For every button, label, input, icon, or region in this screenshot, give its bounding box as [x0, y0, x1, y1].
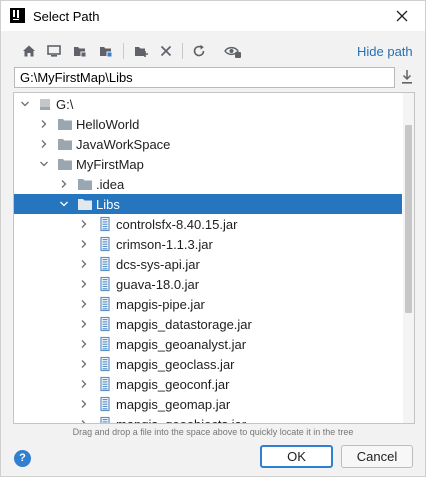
- chevron-right-icon[interactable]: [80, 300, 88, 308]
- drag-drop-hint: Drag and drop a file into the space abov…: [72, 427, 354, 437]
- tree-item-folder[interactable]: .idea: [14, 174, 402, 194]
- folder-icon: [58, 139, 72, 150]
- jar-archive-icon: [100, 216, 110, 232]
- cancel-button[interactable]: Cancel: [341, 445, 413, 468]
- tree-item-folder[interactable]: G:\: [14, 94, 402, 114]
- jar-archive-icon: [100, 236, 110, 252]
- tree-item-jar[interactable]: mapgis_geoclass.jar: [14, 354, 402, 374]
- new-folder-icon[interactable]: [131, 41, 151, 61]
- jar-archive-icon: [100, 336, 110, 352]
- download-icon[interactable]: [399, 68, 415, 86]
- delete-icon[interactable]: [156, 41, 176, 61]
- chevron-right-icon[interactable]: [80, 280, 88, 288]
- chevron-right-icon[interactable]: [80, 420, 88, 424]
- tree-item-label: dcs-sys-api.jar: [116, 257, 200, 272]
- jar-archive-icon: [100, 256, 110, 272]
- window-title: Select Path: [33, 9, 100, 24]
- refresh-icon[interactable]: [189, 41, 209, 61]
- folder-icon: [58, 119, 72, 130]
- help-button[interactable]: ?: [14, 450, 31, 467]
- chevron-down-icon[interactable]: [60, 200, 68, 208]
- path-input[interactable]: G:\MyFirstMap\Libs: [14, 67, 395, 88]
- title-bar: Select Path: [1, 1, 425, 31]
- tree-item-folder[interactable]: JavaWorkSpace: [14, 134, 402, 154]
- tree-item-folder[interactable]: HelloWorld: [14, 114, 402, 134]
- chevron-right-icon[interactable]: [80, 340, 88, 348]
- chevron-down-icon[interactable]: [40, 160, 48, 168]
- chevron-right-icon[interactable]: [80, 400, 88, 408]
- tree-item-label: mapgis-pipe.jar: [116, 297, 205, 312]
- tree-item-label: mapgis_datastorage.jar: [116, 317, 252, 332]
- chevron-right-icon[interactable]: [40, 120, 48, 128]
- tree-item-jar[interactable]: dcs-sys-api.jar: [14, 254, 402, 274]
- tree-item-label: HelloWorld: [76, 117, 140, 132]
- jar-archive-icon: [100, 416, 110, 423]
- select-path-dialog: Select Path Hide path G:\MyFirstMap\Libs…: [0, 0, 426, 477]
- tree-item-label: guava-18.0.jar: [116, 277, 200, 292]
- project-folder-icon[interactable]: [70, 41, 90, 61]
- tree-item-label: Libs: [96, 197, 120, 212]
- module-folder-icon[interactable]: [96, 41, 116, 61]
- tree-item-jar[interactable]: mapgis_geoanalyst.jar: [14, 334, 402, 354]
- chevron-right-icon[interactable]: [40, 140, 48, 148]
- chevron-right-icon[interactable]: [80, 260, 88, 268]
- tree-item-label: .idea: [96, 177, 125, 192]
- jar-archive-icon: [100, 276, 110, 292]
- tree-item-label: JavaWorkSpace: [76, 137, 171, 152]
- scrollbar-thumb[interactable]: [405, 125, 412, 313]
- tree-item-jar[interactable]: mapgis-pipe.jar: [14, 294, 402, 314]
- jar-archive-icon: [100, 316, 110, 332]
- tree-item-label: mapgis_geoobjects.jar: [116, 417, 246, 423]
- tree-item-label: mapgis_geoclass.jar: [116, 357, 235, 372]
- jar-archive-icon: [100, 376, 110, 392]
- tree-item-label: mapgis_geoconf.jar: [116, 377, 230, 392]
- tree-item-jar[interactable]: guava-18.0.jar: [14, 274, 402, 294]
- folder-icon: [58, 159, 72, 170]
- ok-button[interactable]: OK: [260, 445, 333, 468]
- close-icon[interactable]: [393, 7, 411, 25]
- chevron-right-icon[interactable]: [80, 360, 88, 368]
- tree-item-label: controlsfx-8.40.15.jar: [116, 217, 238, 232]
- jar-archive-icon: [100, 396, 110, 412]
- tree-item-jar[interactable]: mapgis_geoobjects.jar: [14, 414, 402, 424]
- tree-item-jar[interactable]: crimson-1.1.3.jar: [14, 234, 402, 254]
- toolbar: Hide path: [1, 37, 425, 65]
- tree-item-label: G:\: [56, 97, 74, 112]
- tree-item-folder[interactable]: Libs: [14, 194, 402, 214]
- tree-item-label: mapgis_geoanalyst.jar: [116, 337, 247, 352]
- folder-icon: [78, 179, 92, 190]
- jar-archive-icon: [100, 296, 110, 312]
- chevron-right-icon[interactable]: [60, 180, 68, 188]
- show-hidden-icon[interactable]: [223, 41, 243, 61]
- tree-item-label: mapgis_geomap.jar: [116, 397, 231, 412]
- intellij-logo-icon: [10, 8, 25, 23]
- chevron-down-icon[interactable]: [21, 100, 29, 108]
- tree-item-jar[interactable]: mapgis_geomap.jar: [14, 394, 402, 414]
- chevron-right-icon[interactable]: [80, 320, 88, 328]
- tree-item-jar[interactable]: mapgis_datastorage.jar: [14, 314, 402, 334]
- home-icon[interactable]: [19, 41, 39, 61]
- chevron-right-icon[interactable]: [80, 380, 88, 388]
- file-tree[interactable]: mapgis_geoobjects.jar mapgis_geomap.jar ma…: [13, 92, 415, 424]
- jar-archive-icon: [100, 356, 110, 372]
- hide-path-link[interactable]: Hide path: [357, 44, 413, 59]
- tree-item-jar[interactable]: mapgis_geoconf.jar: [14, 374, 402, 394]
- chevron-right-icon[interactable]: [80, 240, 88, 248]
- tree-item-label: crimson-1.1.3.jar: [116, 237, 213, 252]
- tree-item-jar[interactable]: controlsfx-8.40.15.jar: [14, 214, 402, 234]
- tree-item-label: MyFirstMap: [76, 157, 144, 172]
- folder-icon: [78, 199, 92, 210]
- tree-item-folder[interactable]: MyFirstMap: [14, 154, 402, 174]
- chevron-right-icon[interactable]: [80, 220, 88, 228]
- desktop-icon[interactable]: [44, 41, 64, 61]
- drive-icon: [40, 99, 50, 110]
